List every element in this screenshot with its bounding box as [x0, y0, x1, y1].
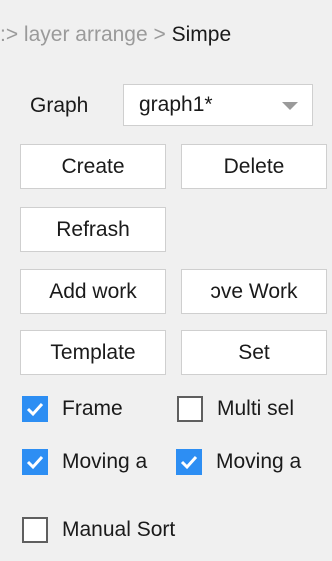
graph-select-value: graph1*	[139, 93, 213, 116]
checkbox-checked-icon	[22, 396, 48, 422]
create-button[interactable]: Create	[20, 144, 166, 189]
checkbox-unchecked-icon	[22, 517, 48, 543]
set-button[interactable]: Set	[181, 330, 327, 375]
moving-checkbox-1-label: Moving a	[62, 450, 148, 473]
frame-checkbox-label: Frame	[62, 397, 123, 420]
checkbox-checked-icon	[176, 449, 202, 475]
manual-sort-checkbox-label: Manual Sort	[62, 518, 176, 541]
breadcrumb-current: Simpe	[171, 23, 232, 46]
moving-checkbox-2[interactable]: Moving a	[176, 449, 301, 475]
moving-checkbox-1[interactable]: Moving a	[22, 449, 147, 475]
graph-label: Graph	[30, 94, 89, 117]
frame-checkbox[interactable]: Frame	[22, 396, 123, 422]
breadcrumb: :> layer arrange > Simpe	[0, 12, 332, 58]
template-button[interactable]: Template	[20, 330, 166, 375]
multi-sel-checkbox-label: Multi sel	[217, 397, 295, 420]
checkbox-unchecked-icon	[177, 396, 203, 422]
multi-sel-checkbox[interactable]: Multi sel	[177, 396, 294, 422]
moving-checkbox-2-label: Moving a	[216, 450, 302, 473]
chevron-down-icon	[282, 102, 298, 110]
delete-button[interactable]: Delete	[181, 144, 327, 189]
layer-arrange-panel: :> layer arrange > Simpe Graph graph1* C…	[0, 0, 332, 561]
graph-row: Graph graph1*	[30, 84, 313, 128]
graph-select[interactable]: graph1*	[123, 84, 313, 126]
breadcrumb-path[interactable]: :> layer arrange >	[0, 23, 172, 46]
manual-sort-checkbox[interactable]: Manual Sort	[22, 517, 175, 543]
add-work-button[interactable]: Add work	[20, 269, 166, 314]
refresh-button[interactable]: Refrash	[20, 207, 166, 252]
checkbox-checked-icon	[22, 449, 48, 475]
remove-work-button[interactable]: ɔve Work	[181, 269, 327, 314]
